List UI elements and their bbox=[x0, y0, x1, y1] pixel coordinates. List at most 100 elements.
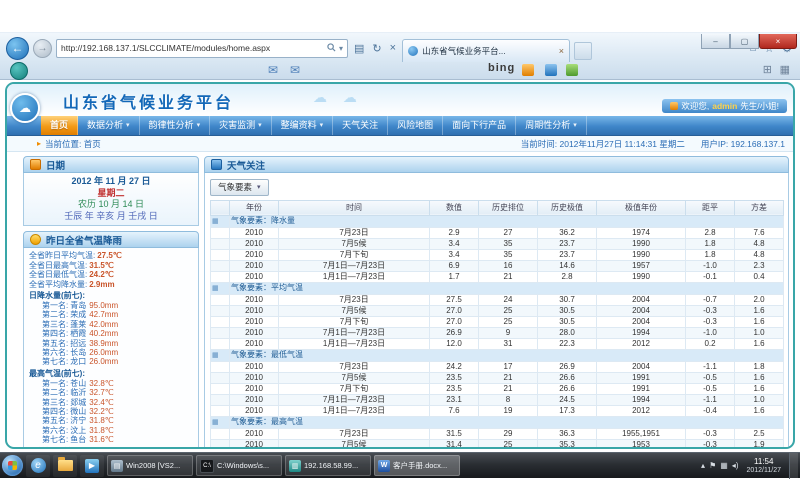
address-bar[interactable]: http://192.168.137.1/SLCCLIMATE/modules/… bbox=[56, 39, 348, 58]
nav-item-1[interactable]: 首页 bbox=[41, 116, 78, 135]
refresh-icon[interactable]: ↻ bbox=[370, 42, 383, 55]
toolbar-green-icon[interactable] bbox=[566, 64, 578, 76]
mail-icon[interactable]: ✉ bbox=[268, 63, 278, 77]
row-cell: 2010 bbox=[230, 394, 279, 405]
table-row[interactable]: 20107月1日—7月23日26.9928.01994-1.01.0 bbox=[211, 327, 784, 338]
info-bar: ▸ 当前位置: 首页 当前时间: 2012年11月27日 11:14:31 星期… bbox=[7, 136, 793, 152]
weather-summary-panel: 昨日全省气温降雨 全省昨日平均气温:27.5℃全省日最高气温:31.5℃全省日最… bbox=[23, 231, 199, 449]
nav-item-9[interactable]: 周期性分析▾ bbox=[516, 116, 587, 135]
table-row[interactable]: 20107月下旬3.43523.719901.84.8 bbox=[211, 249, 784, 260]
row-cell: 7月1日—7月23日 bbox=[279, 260, 430, 271]
tab-close-icon[interactable]: × bbox=[559, 46, 564, 56]
toolbar-grid-icon[interactable]: ⊞ bbox=[763, 63, 772, 76]
rank-label: 第六名: bbox=[42, 348, 68, 357]
browser-back-button[interactable]: ← bbox=[6, 37, 29, 60]
hidden-icons-arrow[interactable]: ▴ bbox=[701, 461, 705, 470]
row-cell: 1.8 bbox=[686, 249, 735, 260]
table-row[interactable]: 20107月1日—7月23日23.1824.51994-1.11.0 bbox=[211, 394, 784, 405]
table-group-row[interactable]: ▦气象要素：最高气温 bbox=[211, 416, 784, 428]
row-cell: 23.1 bbox=[430, 394, 479, 405]
close-button[interactable]: × bbox=[759, 34, 797, 49]
row-cell: 21 bbox=[479, 383, 538, 394]
start-button[interactable] bbox=[2, 455, 23, 476]
row-cell bbox=[211, 372, 230, 383]
network-icon[interactable]: ▦ bbox=[720, 461, 728, 470]
table-row[interactable]: 20107月5候27.02530.52004-0.31.6 bbox=[211, 305, 784, 316]
chevron-down-icon: ▾ bbox=[257, 183, 261, 191]
expand-icon: ▦ bbox=[212, 285, 219, 292]
nav-item-8[interactable]: 面向下行产品 bbox=[443, 116, 516, 135]
bing-logo[interactable]: bing bbox=[488, 62, 515, 74]
tab-title: 山东省气候业务平台... bbox=[422, 45, 555, 57]
show-desktop-button[interactable] bbox=[789, 453, 798, 479]
stop-icon[interactable]: × bbox=[388, 42, 398, 54]
nav-item-3[interactable]: 韵律性分析▾ bbox=[140, 116, 211, 135]
url-text[interactable]: http://192.168.137.1/SLCCLIMATE/modules/… bbox=[61, 43, 324, 53]
nav-item-5[interactable]: 整编资料▾ bbox=[272, 116, 334, 135]
taskbar-window-3[interactable]: ▥192.168.58.99... bbox=[285, 455, 371, 476]
table-row[interactable]: 20107月23日27.52430.72004-0.72.0 bbox=[211, 294, 784, 305]
table-row[interactable]: 20107月下旬23.52126.61991-0.51.6 bbox=[211, 383, 784, 394]
table-row[interactable]: 20107月23日31.52936.31955,1951-0.32.5 bbox=[211, 428, 784, 439]
search-icon[interactable] bbox=[327, 43, 336, 54]
rank-label: 第三名: bbox=[42, 320, 68, 329]
nav-item-7[interactable]: 风险地图 bbox=[388, 116, 443, 135]
table-row[interactable]: 20101月1日—7月23日1.7212.81990-0.10.4 bbox=[211, 271, 784, 282]
table-row[interactable]: 20107月23日24.21726.92004-1.11.8 bbox=[211, 361, 784, 372]
row-cell: 1974 bbox=[597, 227, 686, 238]
row-cell: 2.9 bbox=[430, 227, 479, 238]
row-cell: 23.5 bbox=[430, 383, 479, 394]
browser-tab[interactable]: 山东省气候业务平台... × bbox=[402, 39, 570, 62]
new-tab-button[interactable] bbox=[574, 42, 592, 60]
toolbar-layout-icon[interactable]: ▦ bbox=[780, 63, 790, 76]
station-name: 汶上 bbox=[70, 426, 86, 435]
stat-value: 27.5℃ bbox=[97, 251, 122, 260]
chevron-down-icon[interactable]: ▾ bbox=[339, 44, 343, 53]
mail2-icon[interactable]: ✉ bbox=[290, 63, 300, 77]
volume-icon[interactable]: ◂) bbox=[732, 461, 739, 470]
toolbar-logo[interactable] bbox=[10, 62, 28, 80]
row-cell: 7.6 bbox=[735, 227, 784, 238]
taskbar-ie-icon[interactable]: e bbox=[26, 455, 50, 477]
taskbar-window-4[interactable]: W客户手册.docx... bbox=[374, 455, 460, 476]
row-cell: 24 bbox=[479, 294, 538, 305]
rank-item: 第五名:招远38.9mm bbox=[29, 339, 193, 348]
row-cell bbox=[211, 439, 230, 449]
taskbar-media-icon[interactable]: ▶ bbox=[80, 455, 104, 477]
group-title-cell: 气象要素：降水量 bbox=[230, 215, 784, 227]
expand-icon: ▦ bbox=[212, 218, 219, 225]
taskbar-clock[interactable]: 11:54 2012/11/27 bbox=[742, 457, 785, 475]
compatibility-icon[interactable]: ▤ bbox=[352, 42, 366, 55]
browser-forward-button[interactable]: → bbox=[33, 39, 52, 58]
taskbar-explorer-icon[interactable] bbox=[53, 455, 77, 477]
table-group-row[interactable]: ▦ 气象要素：降水量 bbox=[211, 215, 784, 227]
table-row[interactable]: 20107月23日2.92736.219742.87.6 bbox=[211, 227, 784, 238]
table-row[interactable]: 20107月5候31.42535.31953-0.31.9 bbox=[211, 439, 784, 449]
row-cell: 2010 bbox=[230, 405, 279, 416]
table-group-row[interactable]: ▦气象要素：平均气温 bbox=[211, 282, 784, 294]
action-center-icon[interactable]: ⚑ bbox=[709, 461, 716, 470]
table-group-row[interactable]: ▦气象要素：最低气温 bbox=[211, 349, 784, 361]
row-cell: 1953 bbox=[597, 439, 686, 449]
taskbar-window-1[interactable]: ▤Win2008 [VS2... bbox=[107, 455, 193, 476]
table-row[interactable]: 20101月1日—7月23日12.03122.320120.21.6 bbox=[211, 338, 784, 349]
table-row[interactable]: 20101月1日—7月23日7.61917.32012-0.41.6 bbox=[211, 405, 784, 416]
table-row[interactable]: 20107月5候3.43523.719901.84.8 bbox=[211, 238, 784, 249]
group-icon-cell: ▦ bbox=[211, 416, 230, 428]
row-cell: 2010 bbox=[230, 238, 279, 249]
table-row[interactable]: 20107月1日—7月23日6.91614.61957-1.02.3 bbox=[211, 260, 784, 271]
maximize-button[interactable]: ▢ bbox=[730, 34, 759, 49]
nav-item-2[interactable]: 数据分析▾ bbox=[78, 116, 140, 135]
taskbar-window-2[interactable]: C:\C:\Windows\s... bbox=[196, 455, 282, 476]
row-cell: -0.3 bbox=[686, 428, 735, 439]
toolbar-orange-icon[interactable] bbox=[522, 64, 534, 76]
table-row[interactable]: 20107月下旬27.02530.52004-0.31.6 bbox=[211, 316, 784, 327]
date-panel-title: 日期 bbox=[46, 158, 65, 172]
element-dropdown[interactable]: 气象要素 ▾ bbox=[210, 179, 269, 196]
minimize-button[interactable]: – bbox=[701, 34, 730, 49]
nav-item-4[interactable]: 灾害监测▾ bbox=[210, 116, 272, 135]
row-cell: 1月1日—7月23日 bbox=[279, 338, 430, 349]
table-row[interactable]: 20107月5候23.52126.61991-0.51.6 bbox=[211, 372, 784, 383]
toolbar-blue-icon[interactable] bbox=[545, 64, 557, 76]
nav-item-6[interactable]: 天气关注 bbox=[333, 116, 388, 135]
